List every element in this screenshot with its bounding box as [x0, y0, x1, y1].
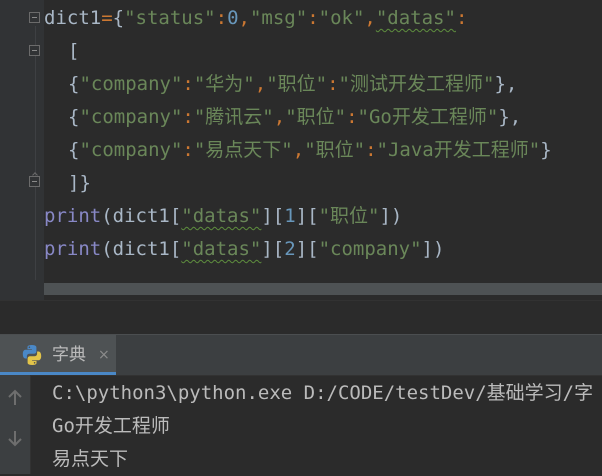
fold-guide-line: [35, 26, 36, 280]
scrollbar-thumb[interactable]: [44, 283, 602, 295]
run-tab-bar: 字典 ×: [0, 334, 602, 376]
string-key: "职位": [285, 106, 347, 128]
string-value: "测试开发工程师": [338, 73, 495, 95]
string-value: "华为": [193, 73, 255, 95]
string-key: "职位": [304, 139, 366, 161]
code-line-5[interactable]: {"company":"易点天下","职位":"Java开发工程师"}: [68, 135, 552, 165]
code-line-4[interactable]: {"company":"腾讯云","职位":"Go开发工程师"},: [68, 102, 521, 132]
console-output-line: C:\python3\python.exe D:/CODE/testDev/基础…: [52, 382, 594, 404]
comma: ,: [273, 106, 286, 128]
code-text: (dict1[: [101, 238, 182, 260]
builtin-function: print: [44, 238, 102, 260]
colon: :: [327, 73, 339, 95]
builtin-function: print: [44, 205, 102, 227]
colon: :: [182, 139, 194, 161]
closing-brackets: ]}: [68, 172, 91, 194]
colon: :: [182, 73, 194, 95]
brace: },: [494, 73, 518, 95]
fold-icon[interactable]: [29, 45, 40, 56]
string-key: "职位": [266, 73, 328, 95]
comma: ,: [364, 7, 376, 29]
bracket: [: [68, 40, 80, 62]
python-icon: [22, 345, 42, 365]
code-line-3[interactable]: {"company":"华为","职位":"测试开发工程师"},: [68, 69, 517, 99]
brace: {: [68, 139, 80, 161]
arrow-up-icon[interactable]: [4, 387, 26, 409]
colon: :: [307, 7, 319, 29]
tab-label: 字典: [52, 345, 86, 365]
panel-divider[interactable]: [0, 300, 602, 335]
number-value: 2: [284, 238, 296, 260]
string-value: "腾讯云": [193, 106, 274, 128]
string-key: "company": [79, 73, 183, 95]
code-editor[interactable]: dict1={"status":0,"msg":"ok","datas": [ …: [0, 0, 602, 300]
code-text: ][: [295, 205, 319, 227]
colon: :: [182, 106, 194, 128]
operator: =: [101, 7, 113, 29]
colon: :: [215, 7, 228, 29]
code-line-2[interactable]: [: [68, 36, 79, 66]
brace: }: [540, 139, 552, 161]
comma: ,: [254, 73, 267, 95]
string-value: "ok": [318, 7, 365, 29]
brace: {: [68, 73, 80, 95]
string-key: "msg": [249, 7, 308, 29]
brace: {: [112, 7, 125, 29]
code-text: ]): [421, 238, 445, 260]
string-key: "company": [79, 106, 183, 128]
code-text: ][: [295, 238, 319, 260]
string-value: "Go开发工程师": [357, 106, 499, 128]
colon: :: [455, 7, 468, 29]
arrow-down-icon[interactable]: [4, 427, 26, 449]
string-value: "Java开发工程师": [376, 139, 541, 161]
close-icon[interactable]: ×: [98, 335, 110, 375]
horizontal-scrollbar[interactable]: [44, 283, 602, 295]
console-output-line: Go开发工程师: [52, 415, 170, 437]
code-line-6[interactable]: ]}: [68, 168, 91, 198]
number-value: 1: [284, 205, 296, 227]
colon: :: [346, 106, 358, 128]
number-value: 0: [227, 7, 239, 29]
code-text: (dict1[: [101, 205, 182, 227]
code-line-7[interactable]: print(dict1["datas"][1]["职位"]): [44, 201, 402, 231]
comma: ,: [238, 7, 250, 29]
tab-run-dictionary[interactable]: 字典 ×: [0, 335, 116, 375]
code-line-1[interactable]: dict1={"status":0,"msg":"ok","datas":: [44, 3, 467, 33]
code-text: ][: [261, 205, 285, 227]
fold-icon[interactable]: [29, 12, 40, 23]
string-key: "datas": [181, 205, 262, 227]
code-line-8[interactable]: print(dict1["datas"][2]["company"]): [44, 234, 444, 264]
colon: :: [365, 139, 377, 161]
string-key: "datas": [181, 238, 262, 260]
variable-name: dict1: [44, 7, 102, 29]
string-key: "status": [124, 7, 216, 29]
string-key: "职位": [318, 205, 380, 227]
run-side-toolbar: [0, 375, 31, 474]
run-tool-window: 字典 × C:\python3\python.exe D:/CODE/testD…: [0, 334, 602, 474]
string-key: "company": [318, 238, 422, 260]
console-output-line: 易点天下: [52, 448, 129, 470]
comma: ,: [292, 139, 305, 161]
fold-icon[interactable]: [29, 176, 40, 187]
brace: {: [68, 106, 80, 128]
string-value: "易点天下": [193, 139, 293, 161]
code-text: ]): [379, 205, 403, 227]
string-key: "datas": [375, 7, 456, 29]
string-key: "company": [79, 139, 183, 161]
code-text: ][: [261, 238, 285, 260]
brace: },: [498, 106, 522, 128]
